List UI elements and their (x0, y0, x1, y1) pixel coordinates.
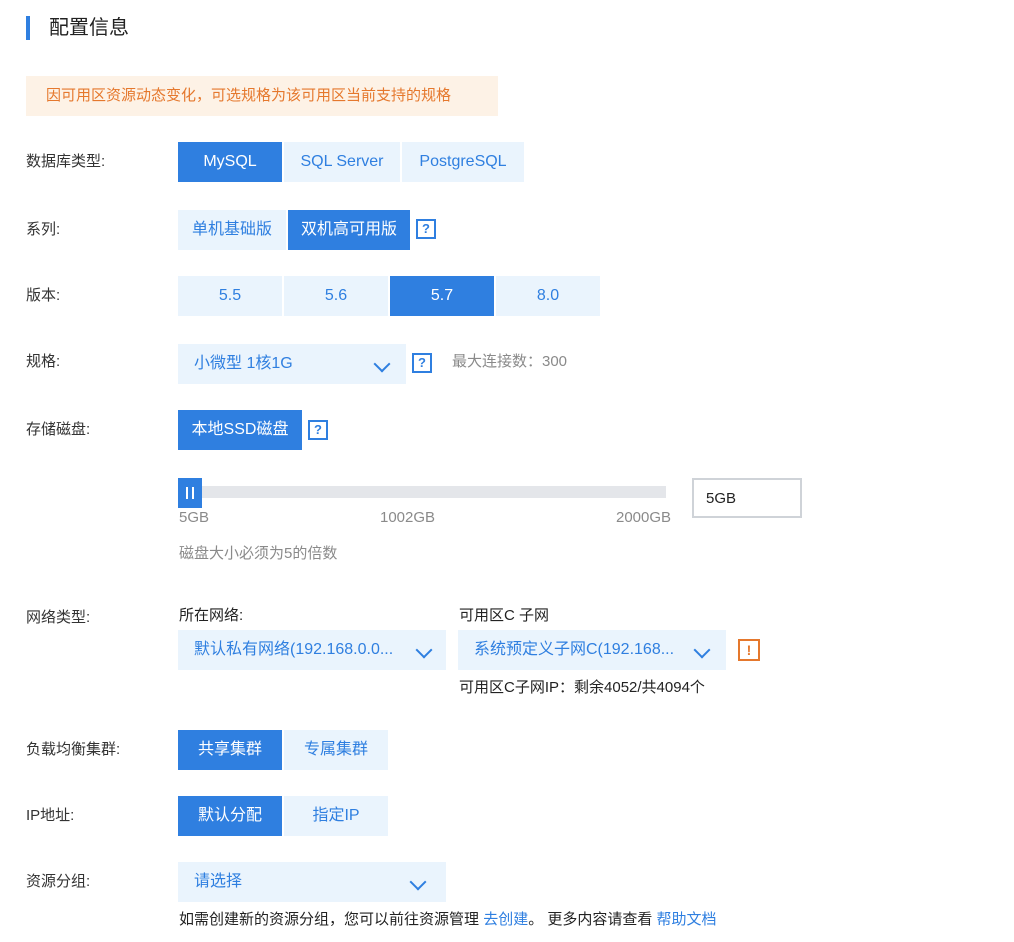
subnet-select-value: 系统预定义子网C(192.168... (474, 641, 675, 658)
series-basic-button[interactable]: 单机基础版 (178, 210, 286, 250)
ip-address-label: IP地址: (26, 807, 75, 824)
version-8-0-button[interactable]: 8.0 (496, 276, 600, 316)
chevron-down-icon (373, 355, 391, 373)
ip-specify-button[interactable]: 指定IP (284, 796, 388, 836)
max-connections-text: 最大连接数：300 (452, 353, 568, 370)
db-type-label: 数据库类型: (26, 153, 106, 170)
db-type-sqlserver-button[interactable]: SQL Server (284, 142, 400, 182)
lb-shared-button[interactable]: 共享集群 (178, 730, 282, 770)
disk-size-slider-handle[interactable] (178, 478, 202, 508)
resource-group-hint-prefix: 如需创建新的资源分组，您可以前往资源管理 (179, 911, 480, 928)
version-5-5-button[interactable]: 5.5 (178, 276, 282, 316)
subnet-label: 可用区C 子网 (459, 607, 550, 624)
series-ha-button[interactable]: 双机高可用版 (288, 210, 410, 250)
lb-cluster-label: 负载均衡集群: (26, 741, 121, 758)
subnet-select[interactable]: 系统预定义子网C(192.168... (458, 630, 726, 670)
series-label: 系列: (26, 221, 61, 238)
chevron-down-icon (415, 641, 433, 659)
resource-group-label: 资源分组: (26, 873, 91, 890)
help-doc-link[interactable]: 帮助文档 (657, 911, 717, 928)
series-help-icon[interactable]: ? (416, 219, 436, 239)
storage-help-icon[interactable]: ? (308, 420, 328, 440)
slider-mid-label: 1002GB (380, 509, 436, 526)
subnet-ip-info: 可用区C子网IP：剩余4052/共4094个 (459, 679, 705, 696)
disk-size-input[interactable] (692, 478, 802, 518)
resource-group-placeholder: 请选择 (194, 873, 243, 890)
vpc-select-value: 默认私有网络(192.168.0.0... (194, 641, 394, 658)
db-type-mysql-button[interactable]: MySQL (178, 142, 282, 182)
resource-group-hint: 如需创建新的资源分组，您可以前往资源管理 去创建。 更多内容请查看 帮助文档 (179, 908, 717, 929)
storage-ssd-button[interactable]: 本地SSD磁盘 (178, 410, 302, 450)
slider-min-label: 5GB (179, 509, 210, 526)
db-type-postgresql-button[interactable]: PostgreSQL (402, 142, 524, 182)
create-resource-group-link[interactable]: 去创建 (483, 911, 528, 928)
notice-banner: 因可用区资源动态变化，可选规格为该可用区当前支持的规格 (26, 76, 498, 116)
lb-dedicated-button[interactable]: 专属集群 (284, 730, 388, 770)
spec-select-value: 小微型 1核1G (194, 355, 293, 372)
slider-max-label: 2000GB (616, 509, 672, 526)
spec-help-icon[interactable]: ? (412, 353, 432, 373)
spec-select[interactable]: 小微型 1核1G (178, 344, 406, 384)
ip-default-button[interactable]: 默认分配 (178, 796, 282, 836)
vpc-label: 所在网络: (179, 607, 244, 624)
version-5-7-button[interactable]: 5.7 (390, 276, 494, 316)
disk-size-slider-track[interactable] (178, 486, 666, 498)
chevron-down-icon (409, 873, 427, 891)
title-accent-bar (26, 16, 30, 40)
spec-label: 规格: (26, 353, 61, 370)
version-5-6-button[interactable]: 5.6 (284, 276, 388, 316)
storage-label: 存储磁盘: (26, 421, 91, 438)
resource-group-hint-middle: 。 更多内容请查看 (528, 911, 653, 928)
resource-group-select[interactable]: 请选择 (178, 862, 446, 902)
vpc-select[interactable]: 默认私有网络(192.168.0.0... (178, 630, 446, 670)
disk-size-hint: 磁盘大小必须为5的倍数 (179, 545, 338, 562)
version-label: 版本: (26, 287, 61, 304)
section-title: 配置信息 (49, 17, 129, 39)
network-label: 网络类型: (26, 609, 91, 626)
subnet-warning-icon[interactable]: ! (738, 639, 760, 661)
chevron-down-icon (693, 641, 711, 659)
